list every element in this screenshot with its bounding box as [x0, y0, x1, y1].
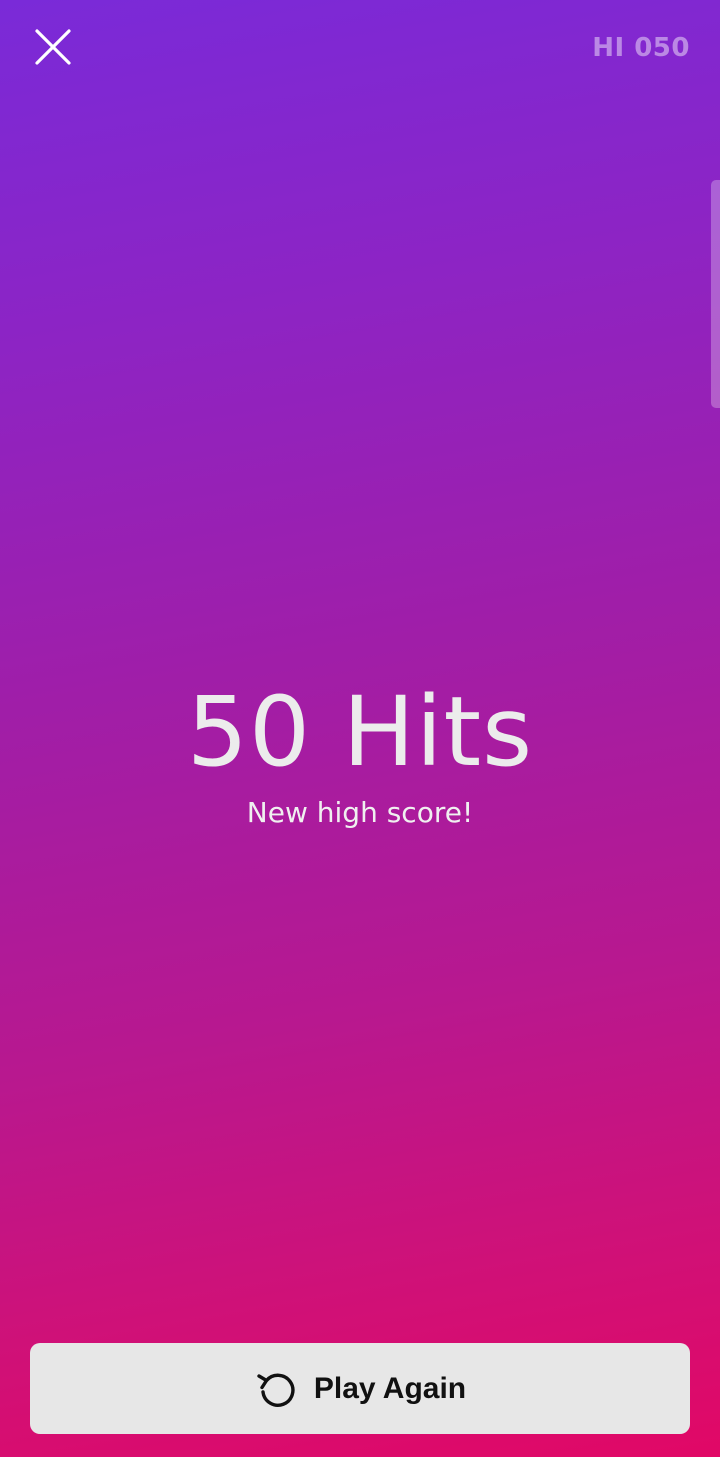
replay-icon — [254, 1367, 298, 1411]
close-icon — [34, 28, 72, 70]
play-again-label: Play Again — [313, 1371, 467, 1405]
result-panel: 50 Hits New high score! — [0, 670, 720, 829]
game-over-screen: HI 050 50 Hits New high score! Play Agai… — [0, 0, 720, 1457]
score-text: 50 Hits — [186, 676, 534, 788]
close-button[interactable] — [30, 26, 76, 72]
play-again-button[interactable]: Play Again — [30, 1343, 690, 1434]
scrollbar[interactable] — [711, 180, 720, 408]
high-score-label: HI 050 — [592, 33, 690, 63]
high-score-message: New high score! — [246, 796, 474, 829]
